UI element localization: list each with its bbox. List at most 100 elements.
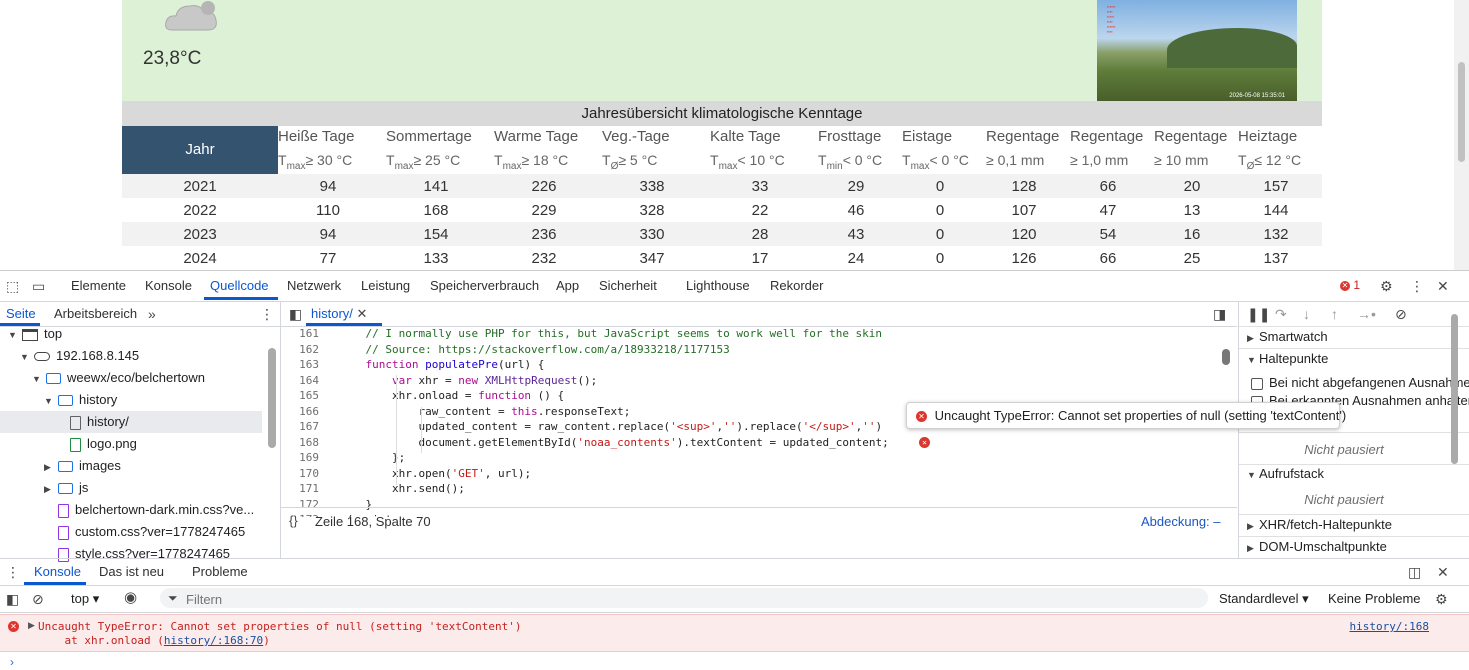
code-line[interactable]: xhr.send(); bbox=[339, 482, 465, 495]
tab-seite[interactable]: Seite bbox=[6, 306, 36, 321]
error-marker-icon[interactable]: ✕ bbox=[919, 437, 930, 448]
tab-app[interactable]: App bbox=[556, 278, 579, 293]
toggle-navigator-icon[interactable]: ◧ bbox=[289, 306, 302, 322]
inspect-element-icon[interactable]: ⬚ bbox=[6, 278, 19, 294]
step-icon[interactable]: →• bbox=[1357, 306, 1376, 322]
tree-item[interactable]: custom.css?ver=1778247465 bbox=[0, 521, 262, 543]
error-icon: ✕ bbox=[8, 621, 19, 632]
tree-item[interactable]: history/ bbox=[0, 411, 262, 433]
drawer-tab-das-ist-neu[interactable]: Das ist neu bbox=[99, 564, 164, 579]
tab-sicherheit[interactable]: Sicherheit bbox=[599, 278, 657, 293]
more-menu-icon[interactable]: ⋮ bbox=[1410, 278, 1424, 294]
expanded-arrow-icon[interactable]: ▼ bbox=[8, 324, 18, 346]
line-number[interactable]: 168 bbox=[281, 436, 319, 449]
step-into-icon[interactable]: ↓ bbox=[1303, 306, 1310, 322]
section-dom-breakpoints[interactable]: ▶ DOM-Umschaltpunkte bbox=[1247, 539, 1387, 554]
section-xhr-breakpoints[interactable]: ▶ XHR/fetch-Haltepunkte bbox=[1247, 517, 1392, 532]
code-line[interactable]: // Source: https://stackoverflow.com/a/1… bbox=[339, 343, 729, 356]
page-scrollbar[interactable] bbox=[1454, 0, 1469, 270]
dock-drawer-icon[interactable]: ◫ bbox=[1408, 564, 1421, 580]
tab-quellcode[interactable]: Quellcode bbox=[210, 278, 269, 293]
tab-netzwerk[interactable]: Netzwerk bbox=[287, 278, 341, 293]
tab-speicherverbrauch[interactable]: Speicherverbrauch bbox=[430, 278, 539, 293]
code-line[interactable]: xhr.onload = function () { bbox=[339, 389, 564, 402]
clear-console-icon[interactable]: ⊘ bbox=[32, 591, 44, 607]
section-smartwatch[interactable]: ▶ Smartwatch bbox=[1247, 329, 1328, 344]
line-number[interactable]: 161 bbox=[281, 327, 319, 340]
line-number[interactable]: 162 bbox=[281, 343, 319, 356]
collapsed-arrow-icon[interactable]: ▶ bbox=[44, 456, 54, 478]
collapsed-arrow-icon[interactable]: ▶ bbox=[44, 478, 54, 500]
tree-item[interactable]: ▼ 192.168.8.145 bbox=[0, 345, 262, 367]
tab-elemente[interactable]: Elemente bbox=[71, 278, 126, 293]
debugger-scrollbar[interactable] bbox=[1451, 314, 1458, 464]
code-line[interactable]: function populatePre(url) { bbox=[339, 358, 545, 371]
issues-counter[interactable]: Keine Probleme bbox=[1328, 591, 1421, 606]
pretty-print-icon[interactable]: {} bbox=[289, 513, 298, 529]
more-tabs-chevron-icon[interactable]: » bbox=[148, 306, 156, 322]
line-number[interactable]: 170 bbox=[281, 467, 319, 480]
toggle-debugger-icon[interactable]: ◨ bbox=[1213, 306, 1226, 322]
console-sidebar-icon[interactable]: ◧ bbox=[6, 591, 19, 607]
tab-lighthouse[interactable]: Lighthouse bbox=[686, 278, 750, 293]
expanded-arrow-icon[interactable]: ▼ bbox=[32, 368, 42, 390]
step-out-icon[interactable]: ↑ bbox=[1331, 306, 1338, 322]
tree-item[interactable]: ▶ images bbox=[0, 455, 262, 477]
settings-gear-icon[interactable]: ⚙ bbox=[1380, 278, 1393, 294]
code-line[interactable]: raw_content = this.responseText; bbox=[339, 405, 630, 418]
close-drawer-icon[interactable]: ✕ bbox=[1437, 564, 1449, 580]
drawer-tab-probleme[interactable]: Probleme bbox=[192, 564, 248, 579]
tab-rekorder[interactable]: Rekorder bbox=[770, 278, 823, 293]
log-level-dropdown[interactable]: Standardlevel ▾ bbox=[1219, 591, 1309, 607]
section-callstack[interactable]: ▼ Aufrufstack bbox=[1247, 466, 1324, 481]
drawer-menu-icon[interactable]: ⋮ bbox=[6, 564, 20, 580]
line-number[interactable]: 171 bbox=[281, 482, 319, 495]
line-number[interactable]: 164 bbox=[281, 374, 319, 387]
code-line[interactable]: // I normally use PHP for this, but Java… bbox=[339, 327, 882, 340]
tab-arbeitsbereich[interactable]: Arbeitsbereich bbox=[54, 306, 137, 321]
code-vscroll[interactable] bbox=[1222, 349, 1230, 365]
step-over-icon[interactable]: ↷ bbox=[1275, 306, 1287, 322]
expanded-arrow-icon[interactable]: ▼ bbox=[44, 390, 54, 412]
navigator-scrollbar[interactable] bbox=[268, 348, 276, 448]
pause-icon[interactable]: ❚❚ bbox=[1247, 306, 1270, 322]
folder-icon bbox=[58, 395, 73, 407]
tree-item[interactable]: ▼ top bbox=[0, 323, 262, 345]
webcam-image[interactable]: ▪▪▪▪▪▪ ▪▪▪▪ ▪▪▪▪▪ ▪▪▪▪ ▪▪▪▪▪▪ ▪▪▪▪ 2026-05-08… bbox=[1097, 0, 1297, 101]
deactivate-breakpoints-icon[interactable]: ⊘ bbox=[1395, 306, 1407, 322]
console-settings-icon[interactable]: ⚙ bbox=[1435, 591, 1448, 607]
code-line[interactable]: var xhr = new XMLHttpRequest(); bbox=[339, 374, 597, 387]
line-number[interactable]: 163 bbox=[281, 358, 319, 371]
line-number[interactable]: 167 bbox=[281, 420, 319, 433]
context-selector[interactable]: top ▾ bbox=[71, 591, 99, 607]
tab-konsole[interactable]: Konsole bbox=[145, 278, 192, 293]
close-tab-icon[interactable]: ✕ bbox=[357, 306, 368, 321]
tree-item[interactable]: logo.png bbox=[0, 433, 262, 455]
checkbox-uncaught-exceptions[interactable]: Bei nicht abgefangenen Ausnahmen bbox=[1251, 375, 1469, 390]
tree-item[interactable]: ▼ weewx/eco/belchertown bbox=[0, 367, 262, 389]
line-number[interactable]: 169 bbox=[281, 451, 319, 464]
live-expression-eye-icon[interactable]: ◉ bbox=[124, 590, 137, 606]
console-error-message[interactable]: ✕ ▶ Uncaught TypeError: Cannot set prope… bbox=[0, 614, 1469, 652]
code-line[interactable]: xhr.open('GET', url); bbox=[339, 467, 531, 480]
tree-item[interactable]: belchertown-dark.min.css?ve... bbox=[0, 499, 262, 521]
section-breakpoints[interactable]: ▼ Haltepunkte bbox=[1247, 351, 1328, 366]
error-source-link[interactable]: history/:168 bbox=[1350, 620, 1429, 633]
expand-arrow-icon[interactable]: ▶ bbox=[28, 620, 35, 631]
expanded-arrow-icon[interactable]: ▼ bbox=[20, 346, 30, 368]
close-icon[interactable]: ✕ bbox=[1437, 278, 1449, 294]
drawer-tab-konsole[interactable]: Konsole bbox=[34, 564, 81, 579]
console-prompt-icon[interactable]: › bbox=[10, 655, 14, 669]
navigator-menu-icon[interactable]: ⋮ bbox=[260, 306, 274, 322]
device-toolbar-icon[interactable]: ▭ bbox=[32, 278, 45, 294]
tree-item[interactable]: ▶ js bbox=[0, 477, 262, 499]
editor-tab-history[interactable]: history/ ✕ bbox=[311, 306, 367, 322]
line-number[interactable]: 166 bbox=[281, 405, 319, 418]
tree-item[interactable]: ▼ history bbox=[0, 389, 262, 411]
line-number[interactable]: 165 bbox=[281, 389, 319, 402]
stack-link[interactable]: history/:168:70 bbox=[164, 634, 263, 647]
tab-leistung[interactable]: Leistung bbox=[361, 278, 410, 293]
coverage-link[interactable]: Abdeckung: – bbox=[1141, 514, 1221, 529]
filter-input[interactable] bbox=[184, 590, 1188, 608]
error-counter[interactable]: ✕ 1 bbox=[1340, 278, 1360, 292]
